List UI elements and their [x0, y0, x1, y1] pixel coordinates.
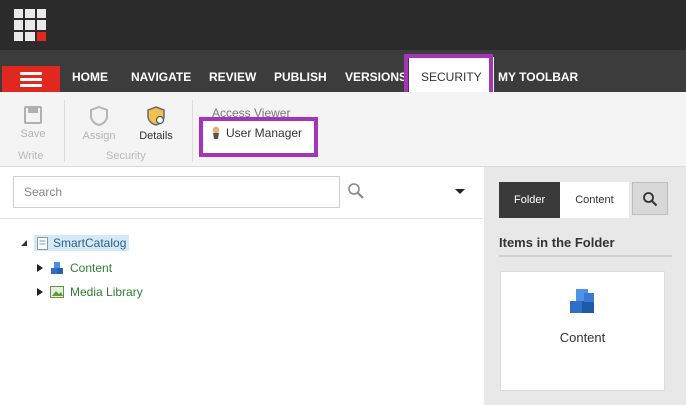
folder-tabs: Folder Content — [499, 182, 629, 218]
assign-label: Assign — [82, 130, 116, 142]
divider — [0, 218, 483, 219]
panel-search-button[interactable] — [632, 182, 668, 215]
tab-review[interactable]: REVIEW — [197, 50, 268, 92]
tab-publish[interactable]: PUBLISH — [262, 50, 339, 92]
details-label: Details — [139, 130, 173, 142]
cubes-icon — [51, 261, 63, 274]
cubes-icon — [570, 289, 594, 313]
search-icon[interactable] — [345, 180, 367, 202]
top-bar — [0, 0, 686, 50]
tree-item-content[interactable]: Content — [36, 261, 112, 275]
folder-heading: Items in the Folder — [499, 229, 672, 257]
user-manager-button[interactable]: User Manager — [211, 126, 302, 140]
tab-my-toolbar[interactable]: MY TOOLBAR — [486, 50, 590, 92]
tab-folder[interactable]: Folder — [499, 182, 561, 218]
save-label: Save — [20, 128, 46, 140]
hamburger-menu-icon[interactable] — [2, 66, 60, 92]
tab-navigate[interactable]: NAVIGATE — [119, 50, 203, 92]
shield-details-icon — [147, 106, 165, 126]
tree-item-media-library[interactable]: Media Library — [36, 285, 143, 299]
tree-label: Media Library — [70, 285, 143, 299]
search-field[interactable] — [13, 176, 340, 208]
tree-label: Content — [70, 261, 113, 275]
folder-item-label: Content — [559, 330, 606, 345]
app-logo-icon[interactable] — [14, 9, 46, 41]
user-manager-label: User Manager — [226, 126, 303, 140]
collapse-arrow-icon[interactable] — [20, 239, 28, 247]
expand-arrow-icon[interactable] — [36, 287, 44, 297]
details-button[interactable]: Details — [134, 106, 178, 142]
tab-home[interactable]: HOME — [60, 50, 120, 92]
security-group-label: Security — [106, 150, 146, 162]
search-icon — [643, 191, 658, 206]
save-button[interactable]: Save — [17, 106, 49, 140]
group-divider — [192, 100, 193, 162]
write-group-label: Write — [18, 150, 44, 162]
search-input[interactable] — [14, 177, 339, 207]
chevron-down-icon[interactable] — [452, 183, 468, 199]
tab-content[interactable]: Content — [560, 182, 629, 218]
document-icon — [37, 236, 48, 250]
image-icon — [50, 286, 64, 298]
shield-icon — [90, 106, 108, 126]
save-icon — [24, 106, 42, 124]
group-divider — [64, 100, 65, 162]
assign-button[interactable]: Assign — [78, 106, 120, 142]
tree-node-root: SmartCatalog — [34, 235, 130, 251]
tree-label: SmartCatalog — [53, 236, 127, 250]
folder-item-content[interactable]: Content — [500, 271, 665, 391]
tree-item-smartcatalog[interactable]: SmartCatalog — [20, 235, 130, 251]
expand-arrow-icon[interactable] — [36, 263, 44, 273]
user-icon — [212, 126, 220, 139]
